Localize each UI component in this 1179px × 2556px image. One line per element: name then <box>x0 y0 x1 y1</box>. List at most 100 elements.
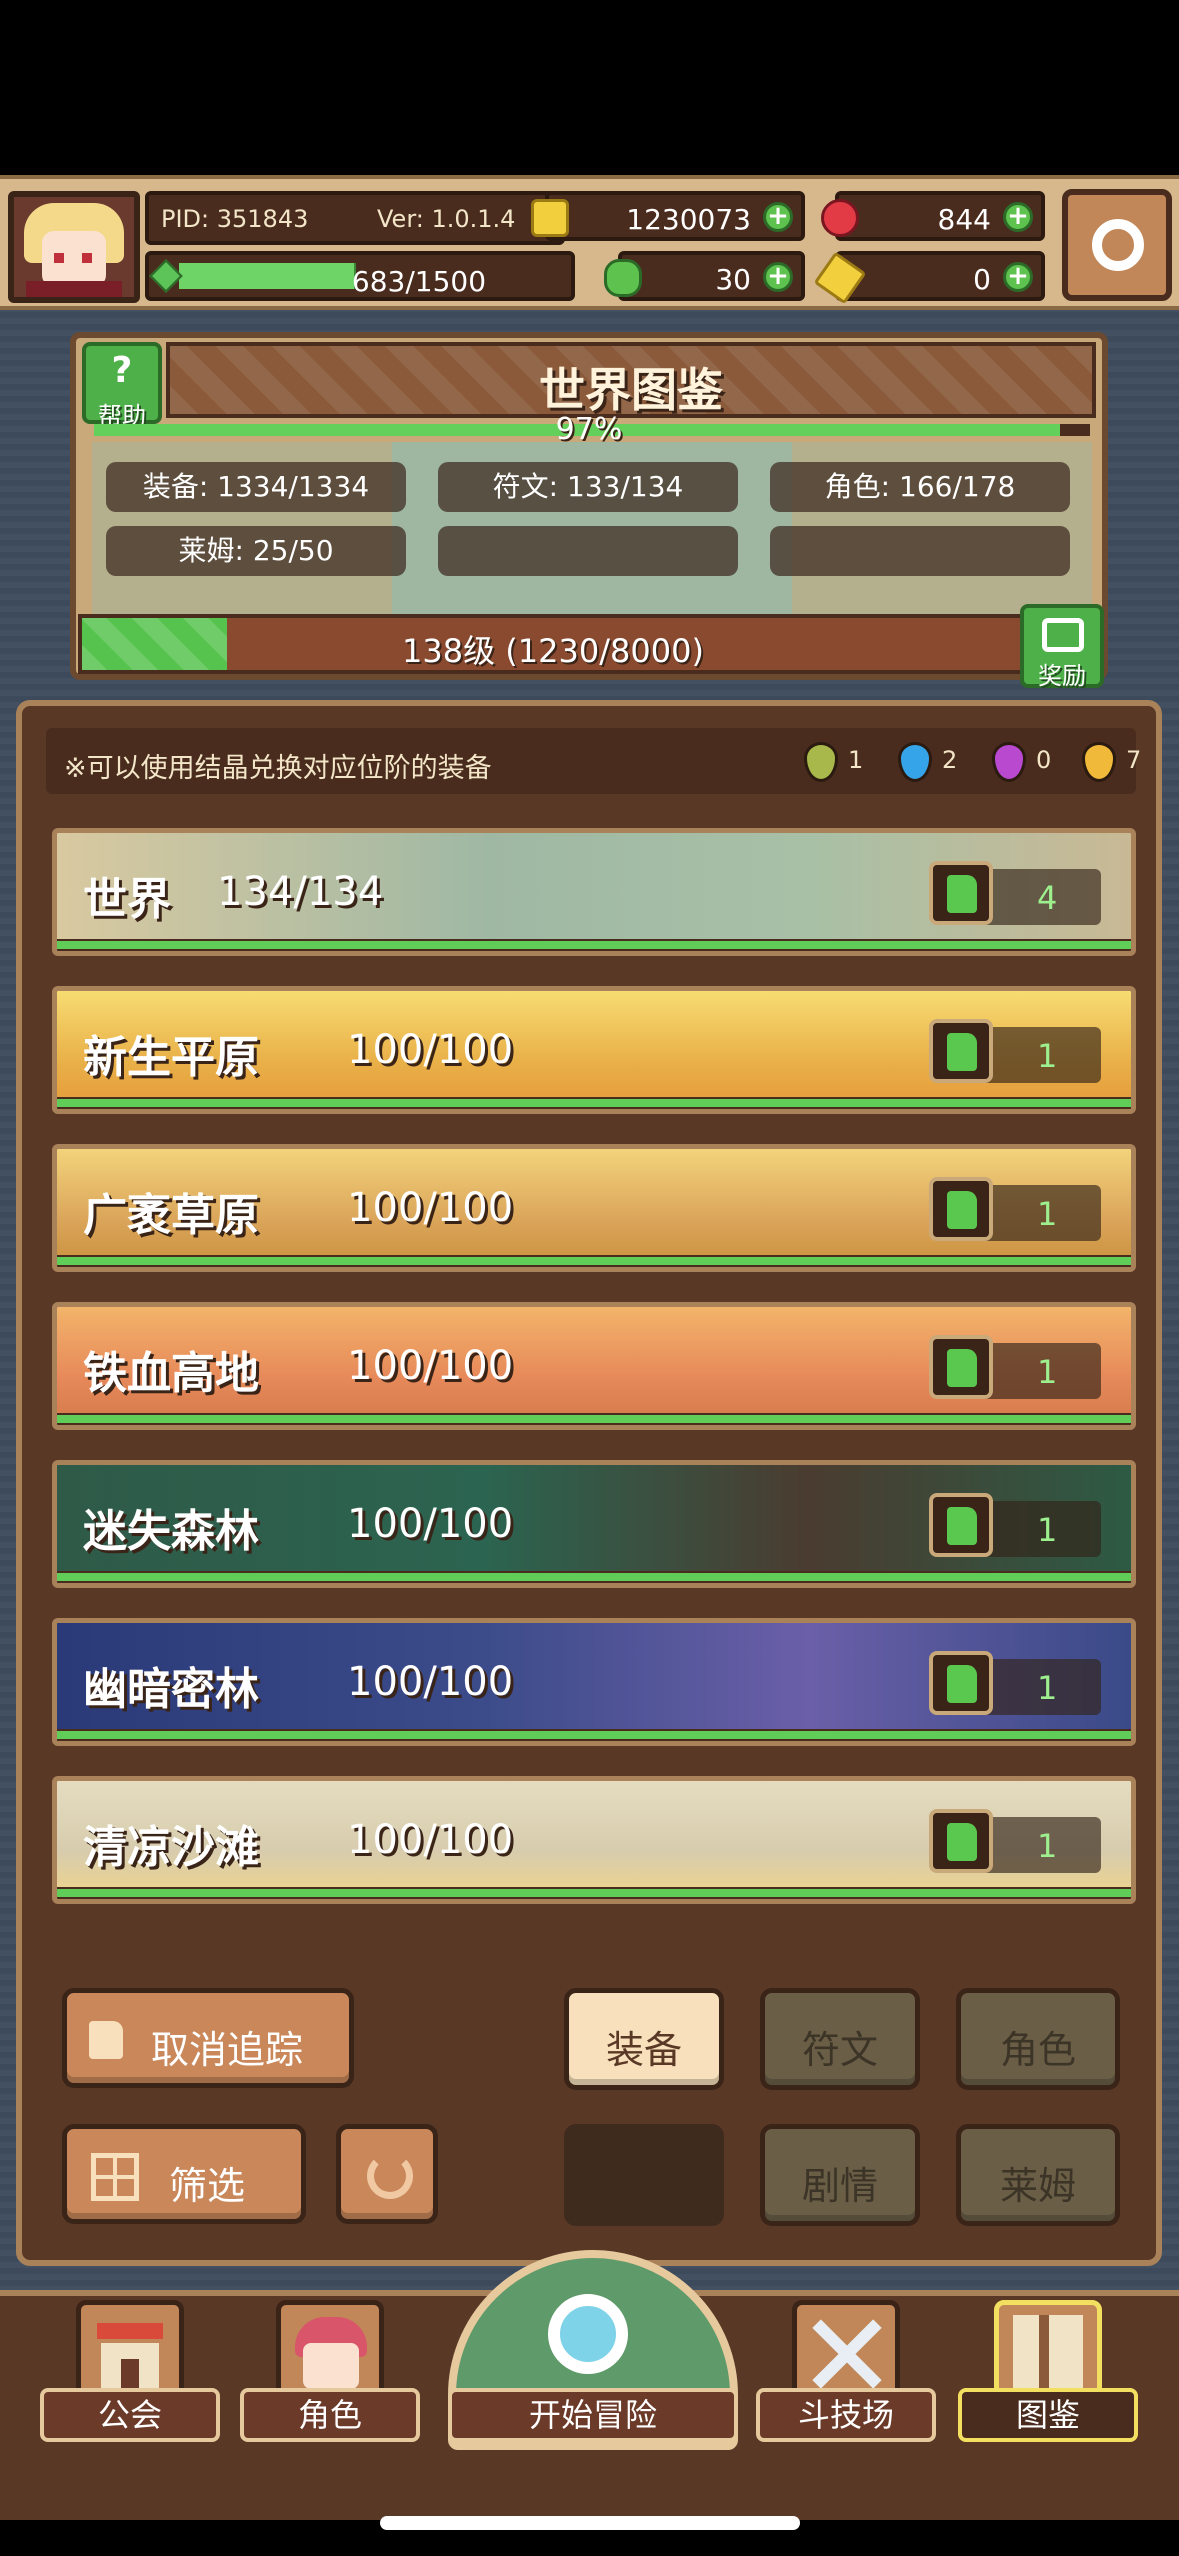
world-title-banner: 世界图鉴 <box>166 342 1096 418</box>
world-codex-panel: 世界图鉴 ? 帮助 97% 装备: 1334/1334 符文: 133/134 … <box>70 332 1108 690</box>
clover-counter: 30 + <box>604 251 805 301</box>
region-count: 100/100 <box>347 1343 514 1389</box>
player-avatar[interactable] <box>8 191 140 303</box>
ruby-counter: 844 + <box>821 191 1045 241</box>
nav-adventure-label: 开始冒险 <box>448 2388 738 2442</box>
tab-equipment[interactable]: 装备 <box>564 1988 724 2090</box>
player-info-panel: PID: 351843 Ver: 1.0.1.4 <box>145 191 565 245</box>
thumbs-up-icon <box>947 1507 977 1545</box>
region-list-panel: ※可以使用结晶兑换对应位阶的装备 1 2 0 7 世界 134/134 4 新生… <box>16 700 1162 2266</box>
region-count: 134/134 <box>217 869 384 915</box>
like-button[interactable] <box>929 1335 993 1399</box>
add-coins-button[interactable]: + <box>763 202 793 232</box>
nav-arena-label: 斗技场 <box>756 2388 936 2442</box>
reset-button[interactable] <box>336 2124 438 2224</box>
question-icon: ? <box>111 350 133 391</box>
ruby-icon <box>821 199 859 237</box>
region-name: 铁血高地 <box>83 1348 259 1399</box>
like-count: 1 <box>1037 1195 1058 1233</box>
codex-level-text: 138级 (1230/8000) <box>402 632 704 670</box>
region-count: 100/100 <box>347 1501 514 1547</box>
app-screen: PID: 351843 Ver: 1.0.1.4 683/1500 123007… <box>0 0 1179 2556</box>
like-count: 1 <box>1037 1353 1058 1391</box>
clover-icon <box>604 259 642 297</box>
region-iron-highland[interactable]: 铁血高地 100/100 1 <box>52 1302 1136 1430</box>
region-world[interactable]: 世界 134/134 4 <box>52 828 1136 956</box>
tab-characters-label: 角色 <box>999 2028 1076 2072</box>
tab-slime[interactable]: 莱姆 <box>956 2124 1120 2226</box>
filter-button[interactable]: 筛选 <box>62 2124 306 2224</box>
nav-character-label: 角色 <box>240 2388 420 2442</box>
crystal-blue-count: 2 <box>942 746 958 774</box>
crystal-green-icon <box>804 742 838 782</box>
tab-story[interactable]: 剧情 <box>760 2124 920 2226</box>
region-cool-beach[interactable]: 清凉沙滩 100/100 1 <box>52 1776 1136 1904</box>
nav-guild-label: 公会 <box>40 2388 220 2442</box>
add-clovers-button[interactable]: + <box>763 262 793 292</box>
top-bar: PID: 351843 Ver: 1.0.1.4 683/1500 123007… <box>0 175 1179 310</box>
stat-empty-slot <box>438 526 738 576</box>
stat-empty-slot <box>770 526 1070 576</box>
thumbs-up-icon <box>947 1665 977 1703</box>
like-button[interactable] <box>929 1019 993 1083</box>
nav-arena[interactable]: 斗技场 <box>756 2292 936 2452</box>
region-like-box: 1 <box>929 1335 1101 1399</box>
like-button[interactable] <box>929 1177 993 1241</box>
settings-button[interactable] <box>1062 189 1172 301</box>
untrack-label: 取消追踪 <box>150 2028 303 2072</box>
notice-text: ※可以使用结晶兑换对应位阶的装备 <box>64 753 492 784</box>
key-icon <box>813 251 867 305</box>
nav-codex-label: 图鉴 <box>958 2388 1138 2442</box>
thumbs-up-icon <box>947 1349 977 1387</box>
region-count: 100/100 <box>347 1027 514 1073</box>
region-name: 广袤草原 <box>83 1190 259 1241</box>
tab-slime-label: 莱姆 <box>999 2164 1076 2208</box>
region-vast-grassland[interactable]: 广袤草原 100/100 1 <box>52 1144 1136 1272</box>
region-name: 新生平原 <box>83 1032 259 1083</box>
thumbs-up-icon <box>947 875 977 913</box>
region-name: 清凉沙滩 <box>83 1822 259 1873</box>
world-progress-percent: 97% <box>555 412 623 447</box>
add-keys-button[interactable]: + <box>1003 262 1033 292</box>
tab-runes[interactable]: 符文 <box>760 1988 920 2090</box>
coin-icon <box>531 199 569 237</box>
reward-label: 奖励 <box>1038 662 1086 690</box>
reward-button[interactable]: 奖励 <box>1020 604 1104 690</box>
nav-codex[interactable]: 图鉴 <box>958 2292 1138 2452</box>
home-indicator[interactable] <box>380 2516 800 2530</box>
tab-characters[interactable]: 角色 <box>956 1988 1120 2090</box>
codex-level-bar: 138级 (1230/8000) <box>78 614 1028 674</box>
region-name: 世界 <box>83 874 171 925</box>
like-button[interactable] <box>929 861 993 925</box>
crystal-purple-count: 0 <box>1036 746 1052 774</box>
region-dark-woods[interactable]: 幽暗密林 100/100 1 <box>52 1618 1136 1746</box>
nav-guild[interactable]: 公会 <box>40 2292 220 2452</box>
gear-icon <box>1092 219 1144 271</box>
crystal-gold-icon <box>1082 742 1116 782</box>
region-like-box: 4 <box>929 861 1101 925</box>
nav-start-adventure[interactable]: 开始冒险 <box>448 2250 738 2460</box>
exp-text: 683/1500 <box>351 265 487 298</box>
region-lost-forest[interactable]: 迷失森林 100/100 1 <box>52 1460 1136 1588</box>
like-button[interactable] <box>929 1809 993 1873</box>
exp-gem-icon <box>149 259 183 293</box>
region-like-box: 1 <box>929 1651 1101 1715</box>
coin-counter: 1230073 + <box>531 191 805 241</box>
tab-story-label: 剧情 <box>801 2164 878 2208</box>
add-rubies-button[interactable]: + <box>1003 202 1033 232</box>
untrack-button[interactable]: 取消追踪 <box>62 1988 354 2088</box>
region-like-box: 1 <box>929 1493 1101 1557</box>
region-count: 100/100 <box>347 1817 514 1863</box>
like-button[interactable] <box>929 1493 993 1557</box>
stat-characters: 角色: 166/178 <box>770 462 1070 512</box>
crystal-blue-icon <box>898 742 932 782</box>
crystal-purple-icon <box>992 742 1026 782</box>
region-like-box: 1 <box>929 1177 1101 1241</box>
stat-equipment: 装备: 1334/1334 <box>106 462 406 512</box>
region-newborn-plain[interactable]: 新生平原 100/100 1 <box>52 986 1136 1114</box>
like-count: 1 <box>1037 1669 1058 1707</box>
like-button[interactable] <box>929 1651 993 1715</box>
stat-runes: 符文: 133/134 <box>438 462 738 512</box>
key-value: 0 <box>973 263 991 296</box>
nav-character[interactable]: 角色 <box>240 2292 420 2452</box>
